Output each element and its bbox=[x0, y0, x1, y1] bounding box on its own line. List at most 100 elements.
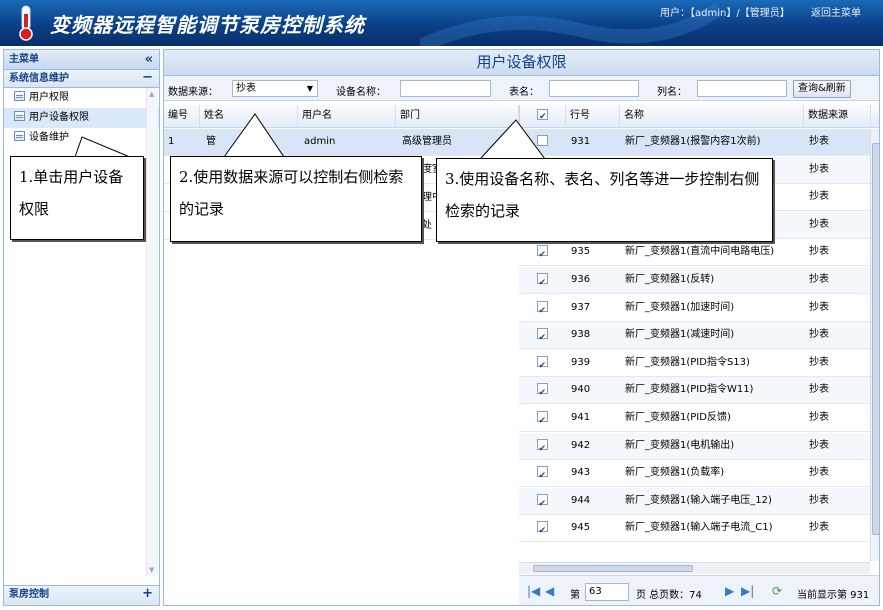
scrollbar-thumb[interactable] bbox=[872, 143, 879, 535]
column-name-label: 列名： bbox=[657, 87, 687, 98]
row-checkbox[interactable] bbox=[536, 491, 548, 515]
row-checkbox[interactable] bbox=[536, 325, 548, 349]
scroll-up-icon[interactable]: ▲ bbox=[149, 90, 154, 98]
table-row[interactable]: 942 新厂_变频器1(电机输出) 抄表 bbox=[519, 432, 870, 460]
section-expand-icon[interactable]: + bbox=[142, 585, 153, 602]
table-name-input[interactable] bbox=[549, 80, 639, 97]
cell-select bbox=[519, 460, 565, 487]
records-horizontal-scrollbar[interactable] bbox=[519, 562, 870, 574]
cell-row-no: 936 bbox=[571, 274, 591, 285]
cell-select bbox=[519, 239, 565, 266]
row-checkbox[interactable] bbox=[536, 242, 548, 266]
table-row[interactable]: 935 新厂_变频器1(直流中间电路电压) 抄表 bbox=[519, 239, 870, 267]
row-checkbox[interactable] bbox=[536, 270, 548, 294]
total-pages-label: 页 总页数：74 bbox=[636, 590, 702, 601]
table-row[interactable]: 944 新厂_变频器1(输入端子电压_12) 抄表 bbox=[519, 487, 870, 515]
list-icon bbox=[14, 131, 25, 141]
query-refresh-button[interactable]: 查询&刷新 bbox=[793, 80, 851, 98]
thermometer-icon bbox=[19, 5, 33, 41]
row-checkbox[interactable] bbox=[536, 408, 548, 432]
cell-department: 高级管理员 bbox=[402, 136, 452, 147]
col-name[interactable]: 名称 bbox=[620, 105, 804, 128]
col-row-no[interactable]: 行号 bbox=[566, 105, 620, 128]
col-username[interactable]: 用户名 bbox=[298, 105, 396, 128]
chevron-down-icon[interactable]: ▼ bbox=[303, 81, 317, 96]
table-row[interactable]: 931 新厂_变频器1(报警内容1次前) 抄表 bbox=[519, 129, 870, 156]
cell-data-source: 抄表 bbox=[809, 301, 829, 313]
device-name-input[interactable] bbox=[400, 80, 491, 97]
cell-row-no: 939 bbox=[571, 356, 591, 368]
section-pump-room-control[interactable]: 泵房控制 + bbox=[4, 585, 159, 605]
sidebar-header: 主菜单 « bbox=[4, 50, 159, 70]
app-title: 变频器远程智能调节泵房控制系统 bbox=[50, 13, 365, 37]
cell-row-no: 942 bbox=[571, 439, 591, 451]
callout-step-3: 3.使用设备名称、表名、列名等进一步控制右侧检索的记录 bbox=[436, 158, 773, 242]
source-select[interactable]: 抄表 ▼ bbox=[232, 80, 318, 97]
table-row[interactable]: 938 新厂_变频器1(减速时间) 抄表 bbox=[519, 322, 870, 350]
cell-name: 管 bbox=[206, 136, 216, 147]
prev-page-icon[interactable]: ◀ bbox=[545, 584, 554, 598]
row-checkbox[interactable] bbox=[536, 135, 548, 146]
source-select-value: 抄表 bbox=[236, 83, 256, 94]
sidebar-item-label: 用户设备权限 bbox=[29, 112, 89, 123]
table-row[interactable]: 940 新厂_变频器1(PID指令W11) 抄表 bbox=[519, 377, 870, 405]
cell-data-source: 抄表 bbox=[809, 522, 829, 534]
sidebar-item-label: 用户权限 bbox=[29, 92, 69, 103]
display-info: 当前显示第 931 bbox=[797, 590, 870, 601]
table-row[interactable]: 939 新厂_变频器1(PID指令S13) 抄表 bbox=[519, 349, 870, 377]
table-row[interactable]: 943 新厂_变频器1(负载率) 抄表 bbox=[519, 460, 870, 488]
col-id[interactable]: 编号 bbox=[164, 105, 200, 128]
col-data-source[interactable]: 数据来源 bbox=[804, 105, 871, 128]
records-vertical-scrollbar[interactable] bbox=[870, 129, 879, 561]
row-checkbox[interactable] bbox=[536, 353, 548, 377]
cell-select bbox=[519, 129, 565, 156]
col-select-all[interactable] bbox=[520, 105, 566, 128]
cell-data-source: 抄表 bbox=[809, 246, 829, 258]
table-row[interactable]: 941 新厂_变频器1(PID反馈) 抄表 bbox=[519, 405, 870, 432]
select-all-checkbox[interactable] bbox=[537, 106, 548, 128]
row-checkbox[interactable] bbox=[536, 380, 548, 404]
row-checkbox[interactable] bbox=[536, 518, 548, 542]
cell-row-no: 944 bbox=[571, 494, 591, 506]
column-name-input[interactable] bbox=[697, 80, 787, 97]
last-page-icon[interactable]: ▶| bbox=[741, 584, 754, 598]
row-checkbox[interactable] bbox=[536, 298, 548, 322]
sidebar-item-device-maintenance[interactable]: 设备维护 bbox=[4, 128, 159, 148]
cell-data-source: 抄表 bbox=[809, 136, 829, 147]
row-checkbox[interactable] bbox=[536, 463, 548, 487]
section-system-maintenance[interactable]: 系统信息维护 − bbox=[4, 70, 159, 88]
row-checkbox[interactable] bbox=[536, 436, 548, 460]
collapse-sidebar-icon[interactable]: « bbox=[145, 50, 153, 69]
cell-row-no: 945 bbox=[571, 522, 591, 534]
section-collapse-icon[interactable]: − bbox=[142, 69, 153, 86]
table-row[interactable]: 936 新厂_变频器1(反转) 抄表 bbox=[519, 267, 870, 294]
table-row[interactable]: 937 新厂_变频器1(加速时间) 抄表 bbox=[519, 294, 870, 322]
list-icon bbox=[14, 91, 25, 101]
sidebar-item-user-permissions[interactable]: 用户权限 bbox=[4, 88, 159, 108]
sidebar-scrollbar[interactable]: ▲ ▼ bbox=[146, 88, 158, 576]
list-icon bbox=[14, 111, 25, 121]
scroll-down-icon[interactable]: ▼ bbox=[149, 566, 154, 574]
cell-name: 新厂_变频器1(输入端子电压_12) bbox=[625, 494, 772, 506]
col-name[interactable]: 姓名 bbox=[200, 105, 298, 128]
next-page-icon[interactable]: ▶ bbox=[725, 584, 734, 598]
scrollbar-thumb[interactable] bbox=[533, 565, 693, 572]
cell-select bbox=[519, 350, 565, 377]
callout-step-1: 1.单击用户设备权限 bbox=[10, 156, 144, 240]
cell-select bbox=[519, 377, 565, 404]
sidebar-item-user-device-permissions[interactable]: 用户设备权限 bbox=[4, 108, 159, 128]
sidebar-title: 主菜单 bbox=[9, 54, 39, 65]
cell-username: admin bbox=[304, 136, 336, 147]
table-row[interactable]: 945 新厂_变频器1(输入端子电流_C1) 抄表 bbox=[519, 515, 870, 543]
page-number-input[interactable]: 63 bbox=[585, 583, 629, 601]
back-to-main-menu-link[interactable]: 返回主菜单 bbox=[811, 4, 861, 19]
first-page-icon[interactable]: |◀ bbox=[527, 584, 540, 598]
cell-data-source: 抄表 bbox=[809, 494, 829, 506]
refresh-icon[interactable]: ⟳ bbox=[772, 584, 782, 598]
cell-name: 新厂_变频器1(电机输出) bbox=[625, 439, 735, 451]
records-grid-header: 行号 名称 数据来源 bbox=[519, 105, 879, 128]
cell-data-source: 抄表 bbox=[809, 439, 829, 451]
col-department[interactable]: 部门 bbox=[396, 105, 519, 128]
cell-row-no: 937 bbox=[571, 301, 591, 313]
table-row[interactable]: 1 管 admin 高级管理员 bbox=[164, 129, 519, 156]
